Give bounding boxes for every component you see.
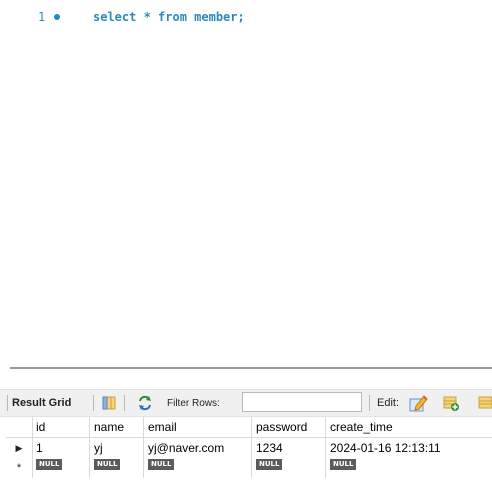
toolbar-separator bbox=[369, 395, 370, 411]
column-header-password[interactable]: password bbox=[252, 417, 326, 437]
grid-header-row: id name email password create_time bbox=[6, 417, 492, 438]
null-badge: NULL bbox=[330, 459, 357, 470]
filter-rows-input[interactable] bbox=[242, 392, 362, 412]
sql-editor[interactable]: 1 select * from member; bbox=[0, 0, 492, 362]
cell-email[interactable]: yj@naver.com bbox=[144, 438, 252, 458]
edit-pencil-icon[interactable] bbox=[408, 393, 428, 413]
line-number: 1 bbox=[38, 10, 46, 24]
grid-layout-icon[interactable] bbox=[102, 396, 116, 410]
execution-marker-icon bbox=[54, 14, 60, 20]
null-badge: NULL bbox=[94, 459, 121, 470]
cell-id[interactable]: 1 bbox=[32, 438, 90, 458]
results-toolbar: Result Grid Filter Rows: Edit: bbox=[0, 389, 492, 417]
new-row-marker: * bbox=[6, 458, 33, 478]
delete-row-icon[interactable] bbox=[478, 395, 492, 411]
toolbar-separator bbox=[93, 395, 94, 411]
cell-password[interactable]: 1234 bbox=[252, 438, 326, 458]
cell-name-null[interactable]: NULL bbox=[90, 458, 144, 478]
result-grid-tab[interactable]: Result Grid bbox=[12, 390, 71, 416]
add-row-icon[interactable] bbox=[443, 395, 459, 411]
null-badge: NULL bbox=[148, 459, 175, 470]
toolbar-separator bbox=[7, 395, 8, 411]
column-header-id[interactable]: id bbox=[32, 417, 90, 437]
filter-refresh-icon[interactable] bbox=[137, 395, 153, 411]
null-badge: NULL bbox=[256, 459, 283, 470]
row-header-corner bbox=[6, 417, 33, 437]
column-header-create-time[interactable]: create_time bbox=[326, 417, 472, 437]
new-row[interactable]: * NULL NULL NULL NULL NULL bbox=[6, 458, 492, 478]
table-row[interactable]: ▶ 1 yj yj@naver.com 1234 2024-01-16 12:1… bbox=[6, 438, 492, 458]
edit-label: Edit: bbox=[377, 397, 400, 409]
sql-statement[interactable]: select * from member; bbox=[93, 10, 245, 24]
cell-create-time[interactable]: 2024-01-16 12:13:11 bbox=[326, 438, 472, 458]
null-badge: NULL bbox=[36, 459, 63, 470]
column-header-email[interactable]: email bbox=[144, 417, 252, 437]
cell-create-time-null[interactable]: NULL bbox=[326, 458, 472, 478]
filter-rows-label: Filter Rows: bbox=[167, 397, 220, 409]
toolbar-separator bbox=[124, 395, 125, 411]
cell-password-null[interactable]: NULL bbox=[252, 458, 326, 478]
column-header-name[interactable]: name bbox=[90, 417, 144, 437]
panel-splitter[interactable] bbox=[0, 362, 492, 376]
cell-id-null[interactable]: NULL bbox=[32, 458, 90, 478]
cell-email-null[interactable]: NULL bbox=[144, 458, 252, 478]
current-row-arrow-icon[interactable]: ▶ bbox=[6, 438, 33, 458]
splitter-bar[interactable] bbox=[10, 367, 492, 369]
cell-name[interactable]: yj bbox=[90, 438, 144, 458]
